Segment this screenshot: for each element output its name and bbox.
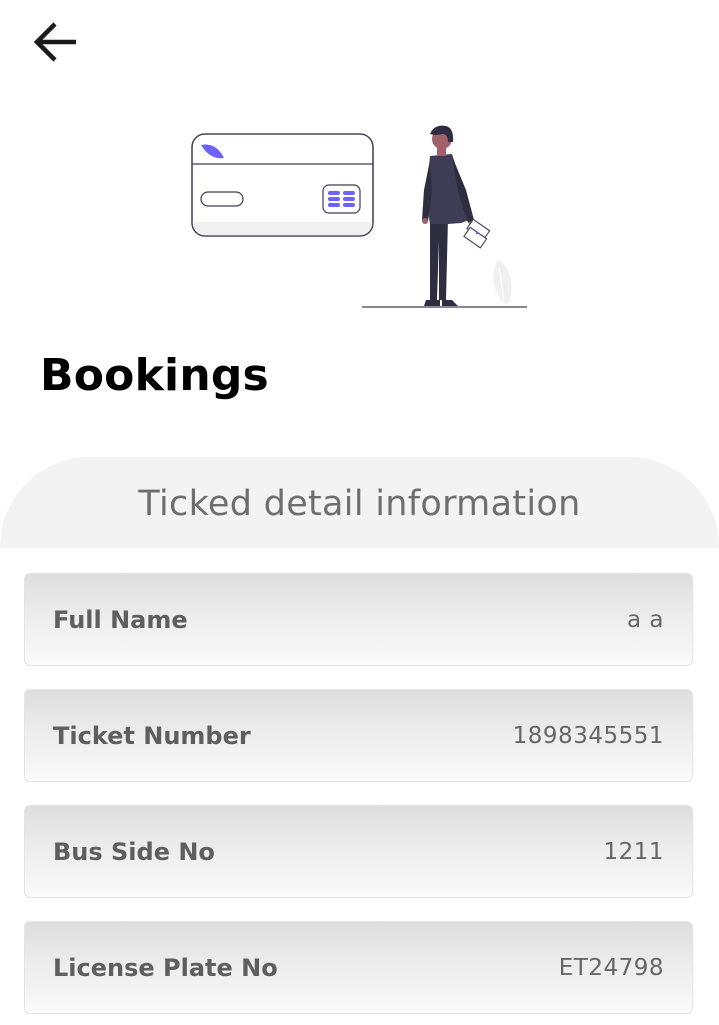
page-title: Bookings: [40, 350, 269, 401]
detail-value: 1898345551: [512, 722, 664, 749]
detail-label: License Plate No: [53, 953, 278, 982]
person-with-ticket-and-card-illustration: [191, 125, 527, 308]
ticket-icon: [463, 218, 491, 249]
credit-card-icon: [191, 133, 374, 237]
section-header: Ticked detail information: [0, 457, 719, 548]
person-figure: [422, 125, 491, 306]
detail-row-full-name: Full Name a a: [24, 573, 693, 666]
detail-value: a a: [627, 606, 664, 633]
back-button[interactable]: [26, 16, 82, 68]
detail-value: ET24798: [558, 954, 664, 981]
detail-value: 1211: [603, 838, 664, 865]
detail-row-license-plate-no: License Plate No ET24798: [24, 921, 693, 1014]
detail-row-bus-side-no: Bus Side No 1211: [24, 805, 693, 898]
detail-label: Full Name: [53, 605, 188, 634]
detail-label: Bus Side No: [53, 837, 215, 866]
detail-row-ticket-number: Ticket Number 1898345551: [24, 689, 693, 782]
section-title: Ticked detail information: [138, 484, 581, 524]
arrow-left-icon: [33, 22, 76, 62]
detail-label: Ticket Number: [53, 721, 251, 750]
